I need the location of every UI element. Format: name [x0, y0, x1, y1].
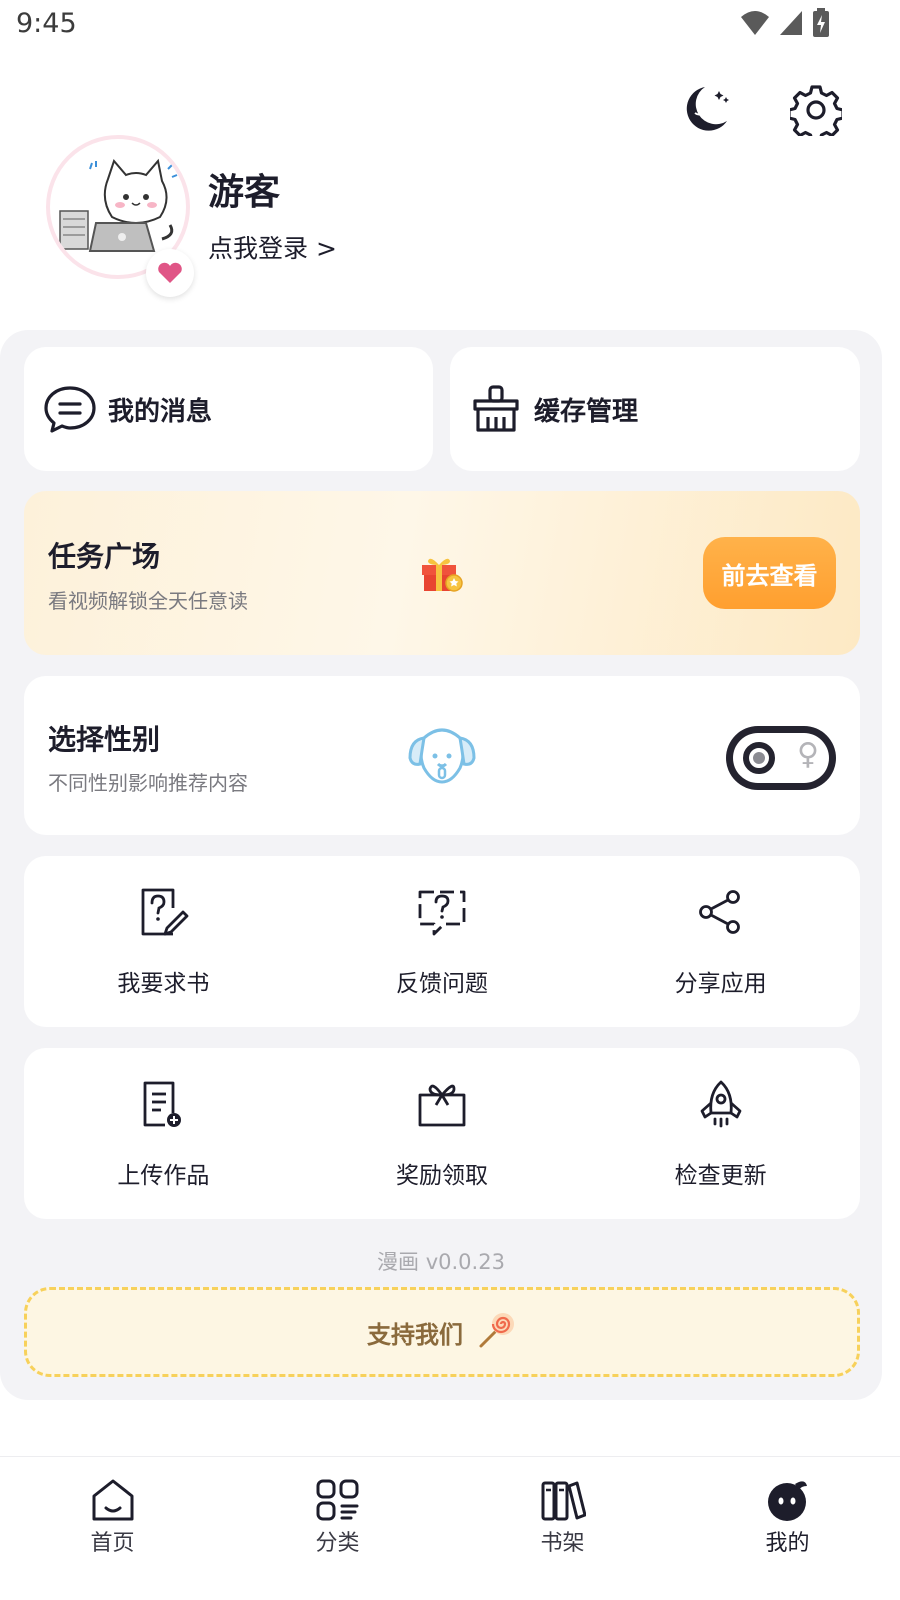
cellular-icon	[778, 9, 804, 41]
category-icon	[313, 1477, 363, 1523]
tab-bookshelf[interactable]: 书架	[450, 1457, 675, 1600]
rocket-icon	[693, 1076, 749, 1132]
gender-toggle[interactable]: ♀	[726, 726, 836, 790]
toggle-knob	[743, 742, 775, 774]
reward-gift-icon	[414, 1076, 470, 1132]
tools-grid-row-2: 上传作品 奖励领取 检查更新	[24, 1048, 860, 1219]
status-time: 9:45	[16, 8, 77, 39]
tools-grid-row-1: 我要求书 反馈问题 分享应用	[24, 856, 860, 1027]
female-symbol-icon: ♀	[797, 737, 819, 772]
home-icon	[88, 1477, 138, 1523]
share-app-button[interactable]: 分享应用	[581, 856, 860, 1027]
tab-category[interactable]: 分类	[225, 1457, 450, 1600]
request-book-icon	[135, 884, 191, 940]
claim-reward-button[interactable]: 奖励领取	[303, 1048, 582, 1219]
share-icon	[693, 884, 749, 940]
tab-profile-label: 我的	[765, 1531, 810, 1556]
cache-management-label: 缓存管理	[534, 396, 639, 427]
task-square-card[interactable]: 任务广场 看视频解锁全天任意读 前去查看	[24, 491, 860, 655]
gift-icon	[420, 553, 464, 597]
tab-home[interactable]: 首页	[0, 1457, 225, 1600]
wifi-icon	[740, 9, 770, 41]
share-app-label: 分享应用	[674, 971, 767, 997]
settings-icon[interactable]	[786, 80, 846, 140]
user-name: 游客	[208, 172, 281, 213]
tab-home-label: 首页	[90, 1531, 135, 1556]
request-book-button[interactable]: 我要求书	[24, 856, 303, 1027]
login-link[interactable]: 点我登录 >	[208, 229, 337, 265]
profile-header[interactable]: 游客 点我登录 >	[46, 135, 746, 305]
upload-work-label: 上传作品	[117, 1163, 210, 1189]
app-version: 漫画 v0.0.23	[377, 1250, 505, 1274]
view-tasks-button[interactable]: 前去查看	[703, 537, 836, 609]
upload-work-button[interactable]: 上传作品	[24, 1048, 303, 1219]
lollipop-icon	[477, 1310, 517, 1354]
broom-icon	[468, 381, 524, 437]
my-messages-button[interactable]: 我的消息	[24, 347, 433, 471]
task-square-subtitle: 看视频解锁全天任意读	[48, 589, 248, 613]
tab-category-label: 分类	[315, 1531, 360, 1556]
night-mode-icon[interactable]	[674, 80, 734, 140]
check-update-button[interactable]: 检查更新	[581, 1048, 860, 1219]
gender-subtitle: 不同性别影响推荐内容	[48, 771, 248, 795]
profile-icon	[763, 1477, 813, 1523]
tab-bookshelf-label: 书架	[540, 1531, 585, 1556]
support-us-button[interactable]: 支持我们	[24, 1287, 860, 1377]
top-actions	[674, 80, 846, 140]
upload-doc-icon	[135, 1076, 191, 1132]
feedback-button[interactable]: 反馈问题	[303, 856, 582, 1027]
task-square-title: 任务广场	[48, 540, 161, 573]
request-book-label: 我要求书	[117, 971, 210, 997]
dog-icon	[406, 724, 478, 792]
tab-profile[interactable]: 我的	[675, 1457, 900, 1600]
gender-title: 选择性别	[48, 723, 161, 756]
bottom-tab-bar: 首页 分类 书架 我的	[0, 1456, 900, 1600]
my-messages-label: 我的消息	[108, 396, 213, 427]
message-icon	[42, 381, 98, 437]
gender-card: 选择性别 不同性别影响推荐内容 ♀	[24, 676, 860, 835]
status-bar: 9:45	[0, 0, 900, 52]
bookshelf-icon	[538, 1477, 588, 1523]
feedback-label: 反馈问题	[396, 971, 488, 997]
feedback-icon	[414, 884, 470, 940]
heart-icon	[146, 249, 194, 297]
battery-charging-icon	[812, 8, 830, 42]
cache-management-button[interactable]: 缓存管理	[450, 347, 860, 471]
check-update-label: 检查更新	[674, 1163, 767, 1189]
support-us-label: 支持我们	[367, 1320, 463, 1349]
claim-reward-label: 奖励领取	[396, 1163, 488, 1189]
